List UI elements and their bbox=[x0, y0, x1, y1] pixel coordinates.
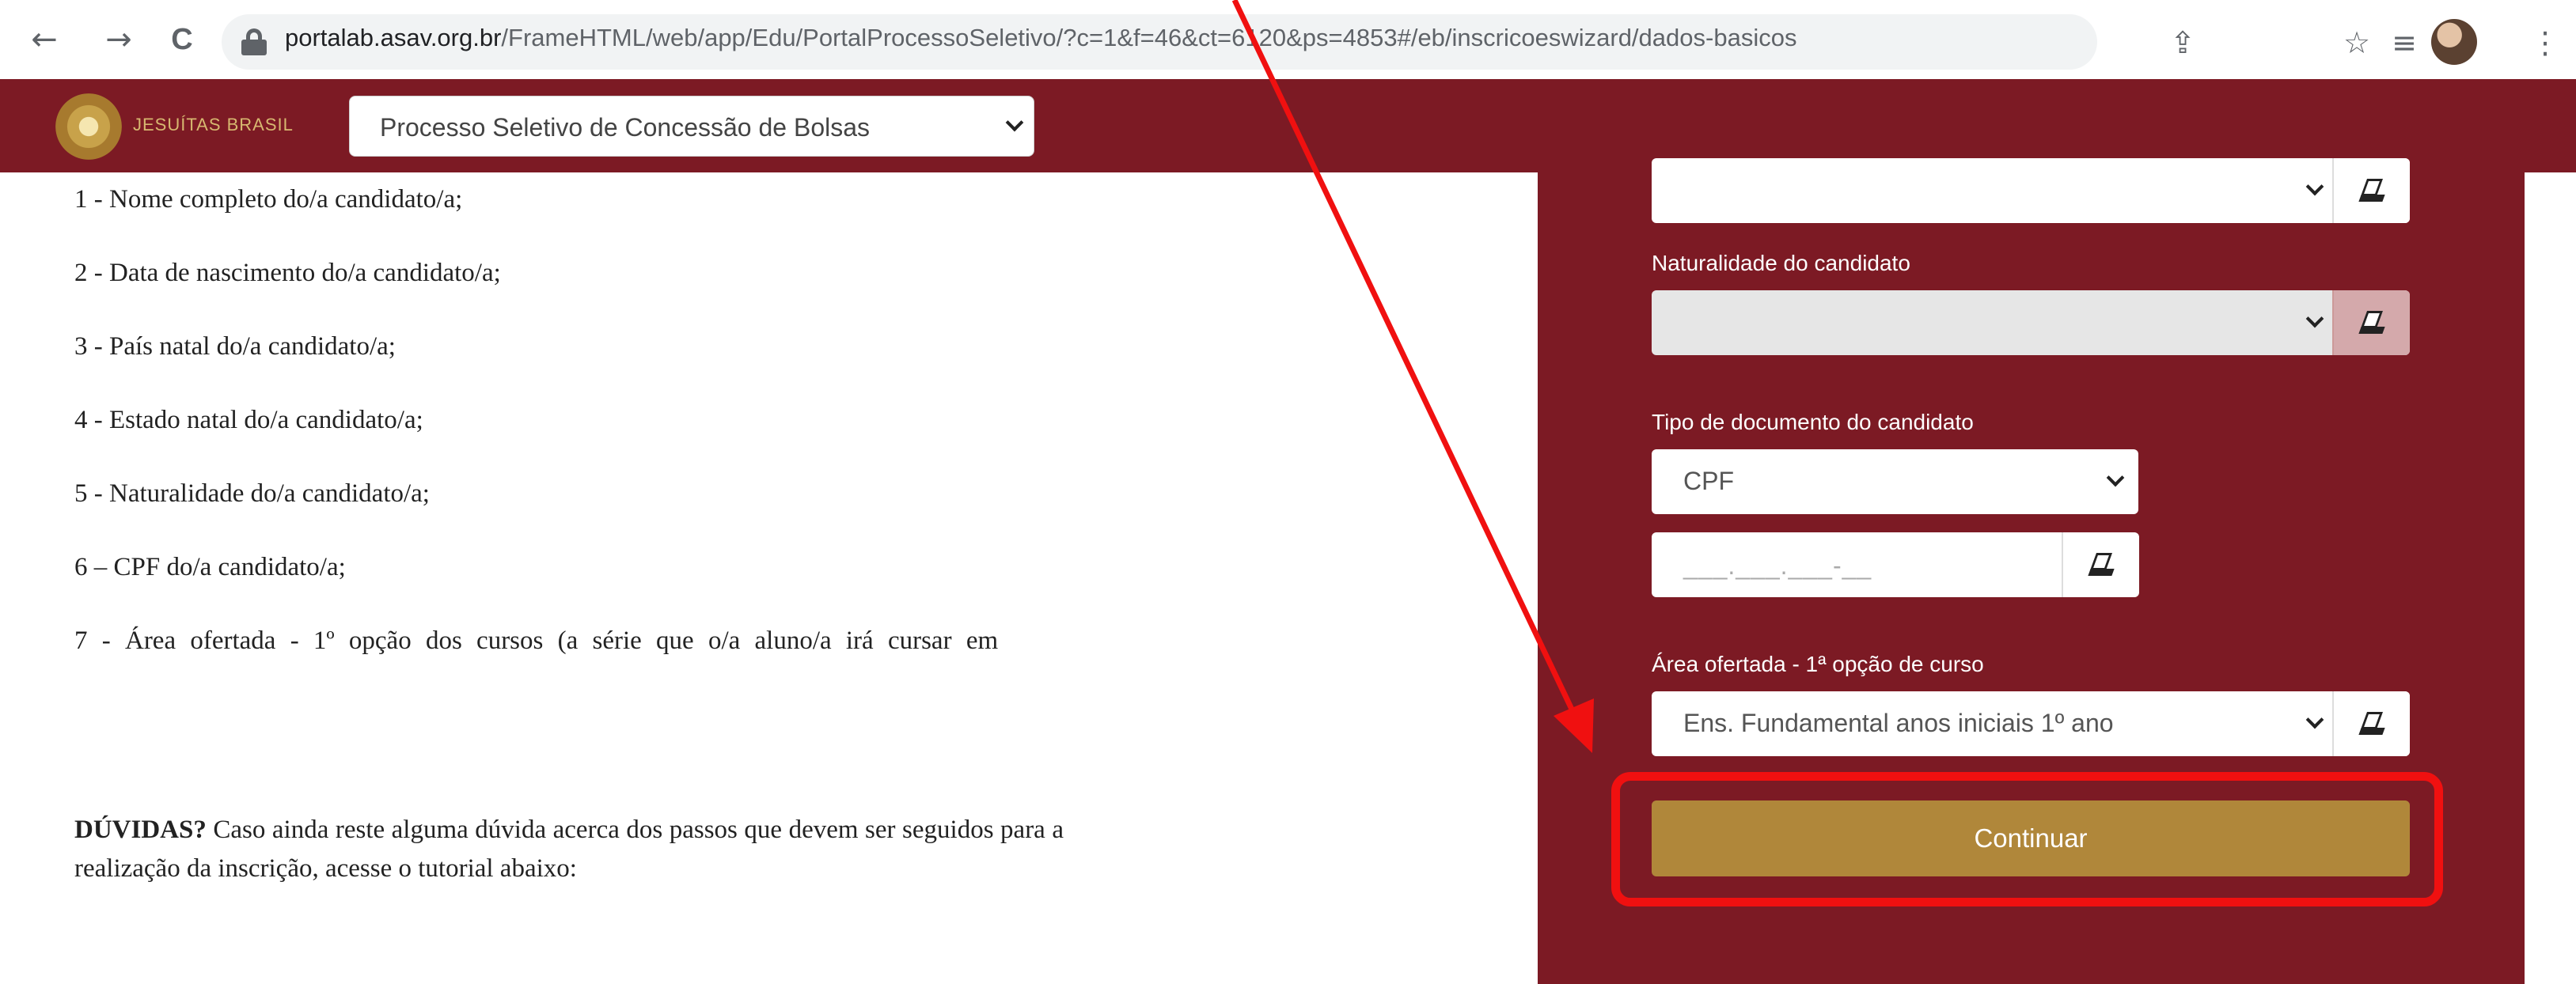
tipo-documento-label: Tipo de documento do candidato bbox=[1652, 410, 1974, 434]
chevron-down-icon bbox=[2305, 177, 2324, 196]
instruction-item: 3 - País natal do/a candidato/a; bbox=[74, 332, 396, 361]
reload-icon[interactable]: C bbox=[158, 16, 206, 63]
annotation-highlight-box bbox=[1611, 772, 2443, 906]
chevron-down-icon bbox=[2106, 468, 2125, 487]
logo-text: JESUÍTAS BRASIL bbox=[133, 115, 294, 134]
estado-select[interactable] bbox=[1652, 158, 2410, 223]
profile-avatar[interactable] bbox=[2431, 19, 2477, 65]
reading-list-icon[interactable]: ≡ bbox=[2382, 21, 2426, 65]
instruction-item: 7 - Área ofertada - 1º opção dos cursos … bbox=[74, 626, 999, 655]
tipo-documento-select[interactable]: CPF bbox=[1652, 449, 2138, 514]
lock-icon[interactable] bbox=[241, 28, 267, 55]
chevron-down-icon bbox=[2305, 309, 2324, 328]
instruction-item: 4 - Estado natal do/a candidato/a; bbox=[74, 406, 423, 434]
area-ofertada-label: Área ofertada - 1ª opção de curso bbox=[1652, 652, 1984, 676]
eraser-icon bbox=[2088, 551, 2115, 578]
clear-naturalidade-button[interactable] bbox=[2332, 290, 2410, 355]
cpf-placeholder: ___.___.___-__ bbox=[1683, 551, 1872, 580]
chevron-down-icon bbox=[2305, 710, 2324, 729]
eraser-icon bbox=[2358, 710, 2385, 737]
clear-cpf-button[interactable] bbox=[2062, 532, 2139, 597]
star-icon[interactable]: ☆ bbox=[2335, 21, 2379, 65]
chevron-down-icon bbox=[1005, 113, 1024, 132]
clear-estado-button[interactable] bbox=[2332, 158, 2410, 223]
eraser-icon bbox=[2358, 309, 2385, 336]
clear-area-button[interactable] bbox=[2332, 691, 2410, 756]
process-select[interactable]: Processo Seletivo de Concessão de Bolsas bbox=[349, 96, 1034, 157]
forward-arrow-icon[interactable]: → bbox=[95, 16, 142, 63]
instruction-item: 6 – CPF do/a candidato/a; bbox=[74, 553, 346, 581]
cpf-input[interactable]: ___.___.___-__ bbox=[1652, 532, 2139, 597]
naturalidade-label: Naturalidade do candidato bbox=[1652, 251, 1910, 275]
process-select-value: Processo Seletivo de Concessão de Bolsas bbox=[380, 113, 871, 142]
back-arrow-icon[interactable]: ← bbox=[21, 16, 68, 63]
area-ofertada-select[interactable]: Ens. Fundamental anos iniciais 1º ano bbox=[1652, 691, 2410, 756]
instruction-item: 2 - Data de nascimento do/a candidato/a; bbox=[74, 259, 501, 287]
duvidas-heading: DÚVIDAS? bbox=[74, 816, 207, 844]
share-icon[interactable]: ⇪ bbox=[2161, 21, 2205, 65]
duvidas-text: Caso ainda reste alguma dúvida acerca do… bbox=[74, 816, 1064, 883]
jesuitas-logo[interactable] bbox=[55, 93, 122, 160]
url-text[interactable]: portalab.asav.org.br/FrameHTML/web/app/E… bbox=[285, 24, 1796, 52]
tipo-documento-value: CPF bbox=[1683, 467, 1734, 495]
eraser-icon bbox=[2358, 177, 2385, 204]
instruction-item: 1 - Nome completo do/a candidato/a; bbox=[74, 185, 463, 214]
more-menu-icon[interactable]: ⋮ bbox=[2529, 21, 2561, 65]
url-path: /FrameHTML/web/app/Edu/PortalProcessoSel… bbox=[501, 24, 1797, 51]
area-ofertada-value: Ens. Fundamental anos iniciais 1º ano bbox=[1683, 709, 2114, 737]
naturalidade-select[interactable] bbox=[1652, 290, 2410, 355]
browser-toolbar: ← → C portalab.asav.org.br/FrameHTML/web… bbox=[0, 0, 2576, 79]
duvidas-paragraph: DÚVIDAS? Caso ainda reste alguma dúvida … bbox=[74, 811, 1064, 888]
url-host: portalab.asav.org.br bbox=[285, 24, 502, 51]
instruction-item: 5 - Naturalidade do/a candidato/a; bbox=[74, 479, 430, 508]
